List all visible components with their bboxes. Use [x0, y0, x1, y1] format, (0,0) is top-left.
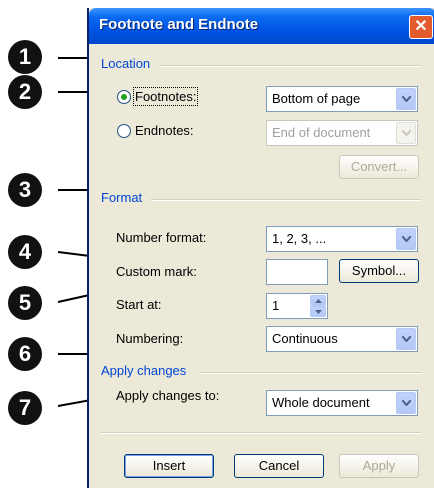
apply-group-label: Apply changes — [101, 363, 187, 378]
cancel-button[interactable]: Cancel — [234, 454, 324, 478]
convert-button[interactable]: Convert... — [339, 155, 419, 179]
chevron-down-icon[interactable] — [396, 328, 416, 350]
spinner-buttons[interactable] — [310, 295, 326, 317]
apply-to-value: Whole document — [272, 395, 370, 410]
endnote-position-select[interactable]: End of document — [266, 120, 418, 146]
radio-selected-dot — [121, 94, 127, 100]
apply-button[interactable]: Apply — [339, 454, 419, 478]
endnotes-label[interactable]: Endnotes: — [135, 123, 194, 138]
callout-7: 7 — [8, 391, 42, 425]
footnotes-label[interactable]: Footnotes: — [132, 87, 199, 106]
spin-down-icon[interactable] — [310, 306, 326, 317]
number-format-select[interactable]: 1, 2, 3, ... — [266, 226, 418, 252]
callout-4: 4 — [8, 235, 42, 269]
callout-6: 6 — [8, 337, 42, 371]
chevron-down-icon[interactable] — [396, 392, 416, 414]
footnote-position-value: Bottom of page — [272, 91, 361, 106]
footnote-dialog: Footnote and Endnote ✕ Location Footnote… — [87, 8, 434, 488]
title-bar[interactable]: Footnote and Endnote ✕ — [89, 8, 434, 44]
callout-5: 5 — [8, 286, 42, 320]
number-format-value: 1, 2, 3, ... — [272, 231, 327, 246]
endnote-position-value: End of document — [272, 125, 371, 140]
numbering-value: Continuous — [272, 331, 338, 346]
start-at-label: Start at: — [116, 297, 162, 312]
format-group-label: Format — [101, 190, 143, 205]
callout-2: 2 — [8, 75, 42, 109]
chevron-down-icon[interactable] — [396, 88, 416, 110]
custom-mark-input[interactable] — [266, 259, 328, 285]
apply-to-label: Apply changes to: — [116, 388, 220, 403]
chevron-down-icon[interactable] — [396, 122, 416, 144]
endnotes-radio[interactable] — [117, 124, 131, 138]
insert-button[interactable]: Insert — [124, 454, 214, 478]
footnotes-radio[interactable] — [117, 90, 131, 104]
chevron-down-icon[interactable] — [396, 228, 416, 250]
apply-divider — [199, 372, 421, 374]
spin-up-icon[interactable] — [310, 295, 326, 306]
callout-1: 1 — [8, 40, 42, 74]
apply-to-select[interactable]: Whole document — [266, 390, 418, 416]
format-divider — [151, 199, 421, 201]
numbering-select[interactable]: Continuous — [266, 326, 418, 352]
start-at-spinner[interactable]: 1 — [266, 293, 328, 319]
callout-3: 3 — [8, 173, 42, 207]
close-button[interactable]: ✕ — [409, 15, 433, 39]
location-group-label: Location — [101, 56, 151, 71]
location-divider — [159, 65, 421, 67]
start-at-value: 1 — [272, 298, 280, 313]
close-icon: ✕ — [414, 18, 428, 35]
buttons-divider — [101, 432, 421, 434]
symbol-button[interactable]: Symbol... — [339, 259, 419, 283]
numbering-label: Numbering: — [116, 331, 184, 346]
footnote-position-select[interactable]: Bottom of page — [266, 86, 418, 112]
number-format-label: Number format: — [116, 230, 207, 245]
custom-mark-label: Custom mark: — [116, 264, 197, 279]
dialog-title: Footnote and Endnote — [99, 16, 259, 33]
